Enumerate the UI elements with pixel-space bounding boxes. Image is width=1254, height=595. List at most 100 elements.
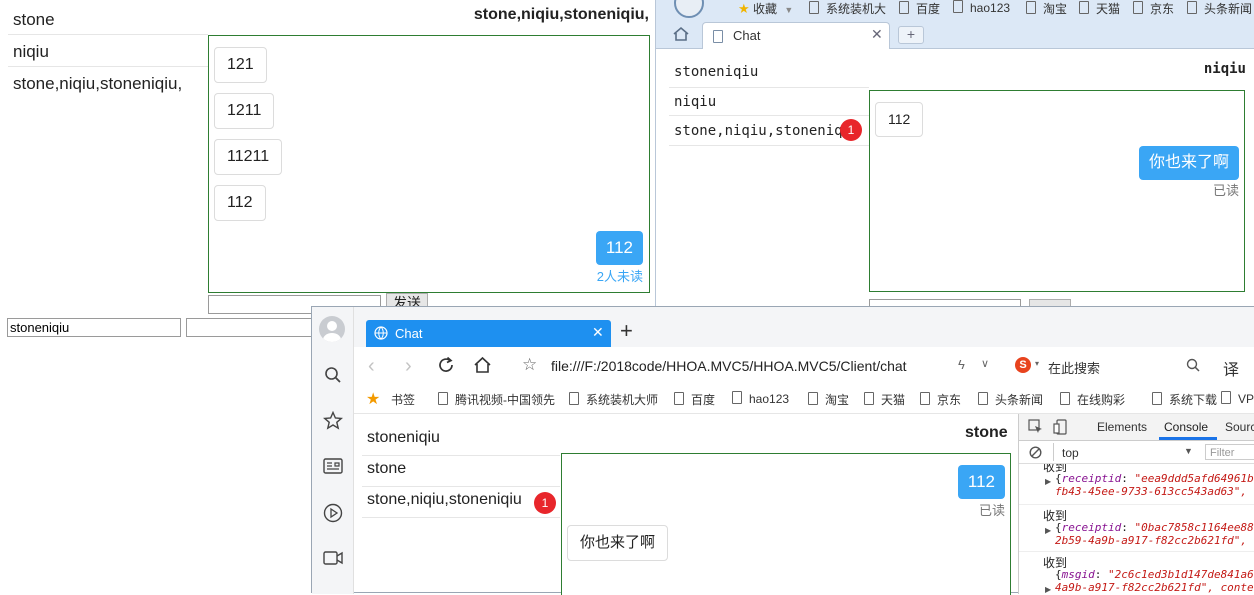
tab-strip: Chat ✕ + [354, 307, 1254, 347]
bookmark-item[interactable]: 百度 [674, 391, 715, 408]
contact-item-niqiu[interactable]: niqiu [8, 35, 208, 67]
page-icon [864, 392, 874, 405]
close-icon[interactable]: ✕ [871, 26, 883, 43]
contact-item-stoneniqiu[interactable]: stoneniqiu [362, 425, 560, 456]
tab-elements[interactable]: Elements [1097, 420, 1147, 434]
log-entry[interactable]: 收到 ▶ {receiptid: "eea9ddd5afd64961bc fb4… [1019, 464, 1254, 504]
text-input-2[interactable] [186, 318, 316, 337]
contact-item-stone[interactable]: stone [8, 3, 208, 35]
bookmark-favorites[interactable]: ★ 收藏 ▼ [738, 0, 793, 17]
clear-console-icon[interactable] [1029, 446, 1042, 459]
new-tab-icon[interactable]: + [620, 319, 633, 343]
tab-chat[interactable]: Chat ✕ [702, 22, 890, 49]
bookmark-item[interactable]: 百度 [899, 0, 940, 17]
contact-label: stoneniqiu [367, 429, 440, 446]
bookmark-item[interactable]: hao123 [732, 391, 789, 406]
bookmark-star-icon[interactable]: ☆ [522, 355, 537, 375]
search-icon[interactable] [1186, 358, 1200, 372]
bookmark-item[interactable]: 天猫 [864, 391, 905, 408]
close-icon[interactable]: ✕ [592, 324, 604, 341]
search-input[interactable]: 在此搜索 [1048, 358, 1100, 377]
bookmark-folder[interactable]: 书签 [391, 391, 415, 408]
log-value: 4a9b-a917-f82cc2b621fd", conter [1055, 581, 1254, 594]
contact-label: stone,niqiu,stoneniqiu [367, 491, 522, 508]
bookmark-item[interactable]: 腾讯视频-中国领先 [438, 391, 555, 408]
video-icon[interactable] [323, 551, 343, 565]
page-icon [1060, 392, 1070, 405]
chat-window-bottom: Chat ✕ + ‹ › ☆ file:///F:/2018code/HHOA.… [311, 306, 1254, 595]
bookmark-item[interactable]: VP [1221, 391, 1254, 406]
refresh-icon[interactable] [437, 356, 455, 374]
avatar-icon[interactable] [319, 316, 345, 342]
bookmark-label: 京东 [1150, 2, 1175, 16]
search-icon[interactable] [324, 366, 342, 384]
chevron-down-icon[interactable]: ∨ [981, 357, 989, 370]
device-icon[interactable] [1053, 419, 1069, 435]
url-field[interactable]: file:///F:/2018code/HHOA.MVC5/HHOA.MVC5/… [551, 358, 907, 374]
tab-console[interactable]: Console [1164, 420, 1208, 434]
devtools-panel: Elements Console Sourc top ▼ Filter 收到 ▶… [1018, 414, 1254, 594]
expand-icon[interactable]: ▶ [1045, 477, 1051, 486]
contact-item-group[interactable]: stone,niqiu,stoneniqiu, [8, 67, 208, 98]
home-icon[interactable] [473, 356, 492, 373]
chevron-down-icon[interactable]: ▼ [1184, 446, 1193, 456]
bookmark-item[interactable]: 系统装机大师 [569, 391, 658, 408]
page-icon [899, 1, 909, 14]
bookmark-label: 系统装机大师 [586, 393, 659, 407]
message-panel: 112 你也来了啊 已读 [869, 90, 1245, 292]
tab-sources[interactable]: Sourc [1225, 420, 1254, 434]
caret-down-icon[interactable]: ▾ [1035, 359, 1039, 368]
bookmark-label: 系统装机大 [826, 2, 887, 16]
bookmark-item[interactable]: 头条新闻 [1187, 0, 1252, 17]
log-value: "eea9ddd5afd64961bc [1134, 472, 1254, 485]
chevron-down-icon: ▼ [784, 5, 794, 15]
star-icon: ★ [738, 1, 750, 16]
devtools-tabs: Elements Console Sourc [1019, 414, 1254, 441]
contact-item-stone[interactable]: stone [362, 456, 560, 487]
news-icon[interactable] [323, 458, 343, 474]
bookmark-item[interactable]: hao123 [953, 0, 1010, 15]
contact-item-group[interactable]: stone,niqiu,stoneniqiu [669, 116, 869, 146]
page-icon [1221, 391, 1231, 404]
contact-label: stone [13, 10, 55, 29]
log-entry[interactable]: 收到 ▶ {receiptid: "0bac7858c1164ee88c 2b5… [1019, 504, 1254, 551]
lightning-icon[interactable]: ϟ [958, 357, 965, 372]
message-bubble-incoming: 11211 [214, 139, 283, 175]
context-select[interactable]: top [1062, 446, 1079, 460]
bookmark-item[interactable]: 淘宝 [808, 391, 849, 408]
bookmark-item[interactable]: 在线购彩 [1060, 391, 1125, 408]
bookmark-item[interactable]: 京东 [1133, 0, 1174, 17]
page-icon [713, 30, 723, 43]
log-entry[interactable]: 收到 ▶ {msgid: "2c6c1ed3b1d147de841a6e 4a9… [1019, 551, 1254, 594]
profile-icon[interactable] [674, 0, 704, 18]
contact-item-stoneniqiu[interactable]: stoneniqiu [669, 55, 869, 88]
bookmark-item[interactable]: 淘宝 [1026, 0, 1067, 17]
forward-icon[interactable]: › [405, 355, 412, 378]
back-icon[interactable]: ‹ [368, 355, 375, 378]
bookmark-item[interactable]: 系统下载 [1152, 391, 1217, 408]
chat-title: niqiu [1203, 61, 1246, 77]
log-value: "0bac7858c1164ee88c [1134, 521, 1254, 534]
contact-item-niqiu[interactable]: niqiu [669, 88, 869, 116]
filter-input[interactable]: Filter [1205, 444, 1254, 460]
contact-item-group[interactable]: stone,niqiu,stoneniqiu [362, 487, 560, 518]
bookmark-item[interactable]: 天猫 [1079, 0, 1120, 17]
home-icon[interactable] [672, 26, 690, 42]
active-tab-indicator [1159, 437, 1217, 440]
bookmark-item[interactable]: 系统装机大 [809, 0, 886, 17]
page-icon [953, 0, 963, 13]
new-tab-icon[interactable]: + [898, 26, 924, 44]
star-icon[interactable] [323, 411, 343, 430]
bookmark-label: 京东 [937, 393, 962, 407]
page-icon [1079, 1, 1089, 14]
translate-button[interactable]: 译 [1223, 356, 1239, 380]
bookmark-item[interactable]: 头条新闻 [978, 391, 1043, 408]
search-engine-icon[interactable]: S [1015, 357, 1031, 373]
bookmark-item[interactable]: 京东 [920, 391, 961, 408]
inspect-icon[interactable] [1028, 419, 1044, 435]
play-icon[interactable] [323, 503, 343, 523]
log-key: receiptid [1061, 472, 1122, 485]
expand-icon[interactable]: ▶ [1045, 526, 1051, 535]
tab-chat[interactable]: Chat ✕ [366, 320, 611, 347]
username-input[interactable]: stoneniqiu [7, 318, 181, 337]
